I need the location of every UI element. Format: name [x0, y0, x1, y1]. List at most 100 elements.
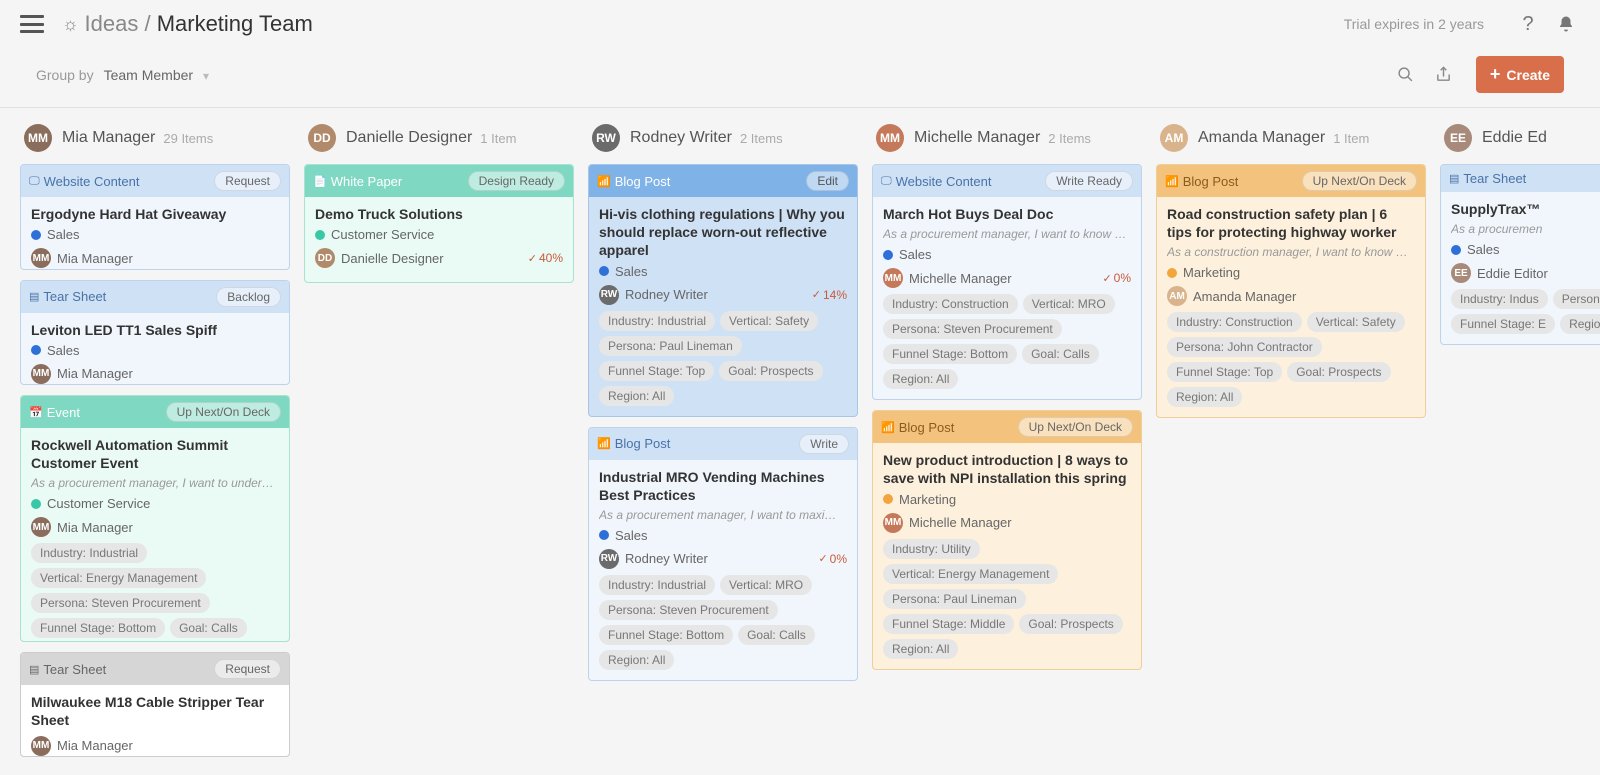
tag[interactable]: Goal: Prospects: [1019, 614, 1122, 634]
card[interactable]: 📶Blog PostEdit Hi-vis clothing regulatio…: [588, 164, 858, 417]
tag[interactable]: Industry: Utility: [883, 539, 980, 559]
card-subtitle: As a procuremen: [1451, 222, 1600, 236]
tag[interactable]: Industry: Industrial: [599, 575, 715, 595]
tag[interactable]: Goal: Calls: [1022, 344, 1099, 364]
tag[interactable]: Industry: Industrial: [599, 311, 715, 331]
avatar-small: MM: [31, 248, 51, 268]
avatar[interactable]: MM: [24, 124, 52, 152]
tag[interactable]: Persona: Steven Procurement: [883, 319, 1062, 339]
tag[interactable]: Region: All: [599, 650, 674, 670]
column-body[interactable]: 🖵Website ContentWrite Ready March Hot Bu…: [872, 164, 1144, 674]
board[interactable]: MM Mia Manager 29 Items 🖵Website Content…: [0, 108, 1600, 775]
tag[interactable]: Vertical: Safety: [720, 311, 818, 331]
tag[interactable]: Vertical: Safety: [1307, 312, 1405, 332]
column: MM Mia Manager 29 Items 🖵Website Content…: [20, 122, 292, 761]
groupby-dropdown[interactable]: Team Member ▾: [104, 67, 209, 83]
tag[interactable]: Persona: John Contractor: [1167, 337, 1322, 357]
card-type: 📶Blog Post: [881, 420, 954, 435]
tag[interactable]: Region: All: [883, 369, 958, 389]
card-head: 📄White PaperDesign Ready: [305, 165, 573, 197]
type-icon: ▤: [1449, 172, 1459, 185]
column-body[interactable]: 📶Blog PostUp Next/On Deck Road construct…: [1156, 164, 1428, 422]
avatar-small: EE: [1451, 263, 1471, 283]
breadcrumb-sep: /: [144, 11, 156, 36]
tag[interactable]: Goal: Calls: [170, 618, 247, 638]
card[interactable]: 📄White PaperDesign Ready Demo Truck Solu…: [304, 164, 574, 283]
card[interactable]: 🖵Website ContentWrite Ready March Hot Bu…: [872, 164, 1142, 400]
tag[interactable]: Persona: Steven Procurement: [31, 593, 210, 613]
tag[interactable]: Vertical: Energy Management: [883, 564, 1058, 584]
breadcrumb-root[interactable]: Ideas: [85, 11, 139, 36]
tag[interactable]: Region: All: [883, 639, 958, 659]
tag[interactable]: Industry: Construction: [883, 294, 1018, 314]
breadcrumb-active[interactable]: Marketing Team: [157, 11, 313, 36]
card-subtitle: As a procurement manager, I want to know…: [883, 227, 1131, 241]
tag[interactable]: Region: All: [599, 386, 674, 406]
avatar[interactable]: MM: [876, 124, 904, 152]
card[interactable]: 📅EventUp Next/On Deck Rockwell Automatio…: [20, 395, 290, 642]
type-icon: 📶: [881, 421, 895, 434]
tag[interactable]: Persona: Paul Lineman: [599, 336, 742, 356]
tag[interactable]: Funnel Stage: Top: [1167, 362, 1282, 382]
card-body: SupplyTrax™ As a procuremenSales EEEddie…: [1441, 192, 1600, 344]
card-status: Write Ready: [1045, 171, 1133, 191]
tag[interactable]: Goal: Prospects: [1287, 362, 1390, 382]
card[interactable]: 📶Blog PostUp Next/On Deck Road construct…: [1156, 164, 1426, 418]
tag[interactable]: Persona: Steven Procurement: [599, 600, 778, 620]
card[interactable]: ▤Tear SheetBacklog Leviton LED TT1 Sales…: [20, 280, 290, 386]
card[interactable]: 📶Blog PostUp Next/On Deck New product in…: [872, 410, 1142, 669]
card[interactable]: ▤Tear SheetRequest Milwaukee M18 Cable S…: [20, 652, 290, 757]
groupby-label: Group by: [36, 67, 94, 83]
tag[interactable]: Industry: Industrial: [31, 543, 147, 563]
avatar[interactable]: DD: [308, 124, 336, 152]
tag[interactable]: Funnel Stage: Bottom: [31, 618, 165, 638]
tag[interactable]: Region: All: [1167, 387, 1242, 407]
avatar[interactable]: RW: [592, 124, 620, 152]
tag[interactable]: Funnel Stage: Middle: [883, 614, 1014, 634]
type-icon: ▤: [29, 290, 39, 303]
avatar[interactable]: AM: [1160, 124, 1188, 152]
tag[interactable]: Funnel Stage: E: [1451, 314, 1555, 334]
tag[interactable]: Vertical: MRO: [1023, 294, 1115, 314]
card-head: ▤Tear Sheet: [1441, 165, 1600, 192]
tag[interactable]: Persona: Stev: [1553, 289, 1600, 309]
card-body: Ergodyne Hard Hat GiveawaySales MMMia Ma…: [21, 197, 289, 270]
column-count: 2 Items: [740, 131, 783, 146]
bell-icon[interactable]: [1552, 10, 1580, 38]
search-icon[interactable]: [1392, 61, 1420, 89]
card-type: 📄White Paper: [313, 174, 402, 189]
avatar[interactable]: EE: [1444, 124, 1472, 152]
card-status: Up Next/On Deck: [1302, 171, 1417, 191]
tag[interactable]: Vertical: MRO: [720, 575, 812, 595]
card[interactable]: ▤Tear Sheet SupplyTrax™ As a procuremenS…: [1440, 164, 1600, 345]
card-body: New product introduction | 8 ways to sav…: [873, 443, 1141, 668]
card-category: Marketing: [1167, 265, 1415, 280]
column-body[interactable]: 🖵Website ContentRequest Ergodyne Hard Ha…: [20, 164, 292, 761]
tag[interactable]: Funnel Stage: Top: [599, 361, 714, 381]
category-dot: [31, 499, 41, 509]
card-tags: Industry: IndustrialVertical: MRO Persona…: [599, 575, 847, 670]
card-assignee: RWRodney Writer: [599, 549, 708, 569]
create-button[interactable]: + Create: [1476, 56, 1564, 93]
card[interactable]: 📶Blog PostWrite Industrial MRO Vending M…: [588, 427, 858, 681]
card-progress: 0%: [1102, 271, 1131, 285]
tag[interactable]: Industry: Indus: [1451, 289, 1548, 309]
column-body[interactable]: 📶Blog PostEdit Hi-vis clothing regulatio…: [588, 164, 860, 685]
card-type: 📶Blog Post: [1165, 174, 1238, 189]
tag[interactable]: Goal: Calls: [738, 625, 815, 645]
tag[interactable]: Region: All: [1560, 314, 1600, 334]
tag[interactable]: Goal: Prospects: [719, 361, 822, 381]
column-body[interactable]: 📄White PaperDesign Ready Demo Truck Solu…: [304, 164, 576, 287]
menu-icon[interactable]: [20, 15, 44, 33]
tag[interactable]: Industry: Construction: [1167, 312, 1302, 332]
tag[interactable]: Persona: Paul Lineman: [883, 589, 1026, 609]
card[interactable]: 🖵Website ContentRequest Ergodyne Hard Ha…: [20, 164, 290, 270]
tag[interactable]: Funnel Stage: Bottom: [883, 344, 1017, 364]
tag[interactable]: Funnel Stage: Bottom: [599, 625, 733, 645]
help-icon[interactable]: ?: [1514, 10, 1542, 38]
column-body[interactable]: ▤Tear Sheet SupplyTrax™ As a procuremenS…: [1440, 164, 1600, 349]
tag[interactable]: Vertical: Energy Management: [31, 568, 206, 588]
share-icon[interactable]: [1430, 61, 1458, 89]
column: RW Rodney Writer 2 Items 📶Blog PostEdit …: [588, 122, 860, 761]
card-title: Demo Truck Solutions: [315, 205, 563, 223]
